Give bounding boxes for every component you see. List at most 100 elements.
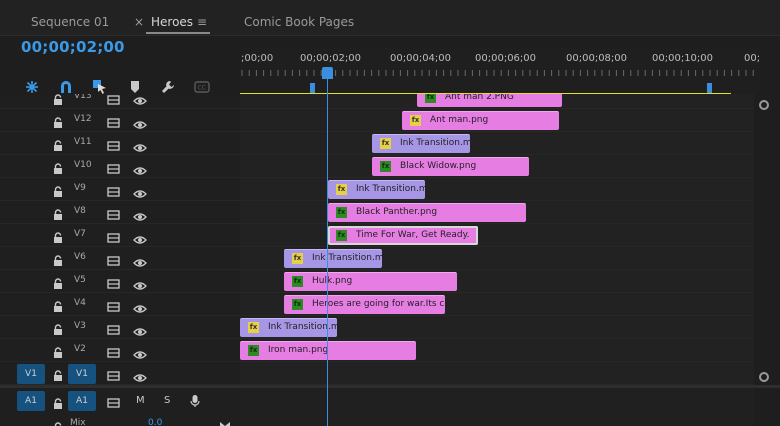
toggle-output-eye-icon[interactable] <box>133 207 147 221</box>
timeline-clip[interactable]: fx Heroes are going for war.Its com <box>284 295 445 314</box>
lock-icon[interactable] <box>53 419 63 426</box>
timeline-clip[interactable]: fx Ant man 2.PNG <box>417 94 562 107</box>
track-header-v8: V8 <box>0 201 240 224</box>
toggle-output-eye-icon[interactable] <box>133 322 147 336</box>
sync-lock-icon[interactable] <box>107 206 120 220</box>
track-lane[interactable] <box>240 132 754 155</box>
track-name: V4 <box>74 298 86 308</box>
sync-lock-icon[interactable] <box>107 367 120 381</box>
lock-icon[interactable] <box>53 206 63 220</box>
timeline-clip[interactable]: fx Ink Transition.m <box>328 180 425 199</box>
lock-icon[interactable] <box>53 298 63 312</box>
clip-label: Iron man.png <box>268 345 329 355</box>
toggle-output-eye-icon[interactable] <box>133 253 147 267</box>
track-lane[interactable] <box>240 178 754 201</box>
source-patch-a1[interactable]: A1 <box>17 391 45 411</box>
lock-icon[interactable] <box>53 229 63 243</box>
lock-icon[interactable] <box>53 183 63 197</box>
track-header-v5: V5 <box>0 270 240 293</box>
fx-badge-icon: fx <box>292 276 303 287</box>
timeline-clip[interactable]: fx Black Panther.png <box>328 203 526 222</box>
track-header-v2: V2 <box>0 339 240 362</box>
track-header-v6: V6 <box>0 247 240 270</box>
lock-icon[interactable] <box>53 321 63 335</box>
track-name: V3 <box>74 321 86 331</box>
timeline-clip[interactable]: fx Iron man.png <box>240 341 416 360</box>
clip-label: Black Widow.png <box>400 161 477 171</box>
timeline-clip[interactable]: fx Ink Transition.m <box>284 249 382 268</box>
svg-text:CC: CC <box>198 85 206 92</box>
time-ruler[interactable]: ;00;00 00;00;02;00 00;00;04;00 00;00;06;… <box>240 46 760 94</box>
lock-icon[interactable] <box>53 252 63 266</box>
track-name: V5 <box>74 275 86 285</box>
mix-value[interactable]: 0.0 <box>148 418 162 426</box>
track-lane[interactable] <box>240 362 754 385</box>
mute-button[interactable]: M <box>136 395 145 406</box>
sync-lock-icon[interactable] <box>107 183 120 197</box>
timeline-clip[interactable]: fx Ink Transition.m <box>372 134 470 153</box>
toggle-output-eye-icon[interactable] <box>133 230 147 244</box>
track-header-v9: V9 <box>0 178 240 201</box>
track-target-v1[interactable]: V1 <box>68 364 96 384</box>
tab-comic-book-pages[interactable]: Comic Book Pages <box>244 9 354 35</box>
fx-badge-icon: fx <box>248 322 259 333</box>
audio-tracks-area[interactable] <box>240 388 754 426</box>
toggle-output-eye-icon[interactable] <box>133 184 147 198</box>
sync-lock-icon[interactable] <box>107 137 120 151</box>
lock-icon[interactable] <box>53 94 63 105</box>
playhead-timecode[interactable]: 00;00;02;00 <box>21 38 125 56</box>
sync-lock-icon[interactable] <box>107 94 120 105</box>
sync-lock-icon[interactable] <box>107 321 120 335</box>
timeline-clip[interactable]: fx Black Widow.png <box>372 157 529 176</box>
active-tab-indicator <box>146 32 210 34</box>
track-name: V12 <box>74 114 92 124</box>
sync-lock-icon[interactable] <box>107 344 120 358</box>
vertical-scrollbar[interactable] <box>756 100 770 382</box>
clip-label: Ink Transition.m <box>312 253 382 263</box>
timeline-clip[interactable]: fx Hulk.png <box>284 272 457 291</box>
fx-badge-icon: fx <box>292 299 303 310</box>
lock-icon[interactable] <box>53 395 63 409</box>
tab-sequence-01[interactable]: Sequence 01 <box>31 9 109 35</box>
sync-lock-icon[interactable] <box>107 114 120 128</box>
timeline-clip[interactable]: fx Ink Transition.m <box>240 318 337 337</box>
toggle-output-eye-icon[interactable] <box>133 115 147 129</box>
solo-button[interactable]: S <box>164 395 170 406</box>
sync-lock-icon[interactable] <box>107 160 120 174</box>
lock-icon[interactable] <box>53 137 63 151</box>
go-to-end-icon[interactable] <box>219 416 231 426</box>
toggle-output-eye-icon[interactable] <box>133 368 147 382</box>
voiceover-record-icon[interactable] <box>189 393 201 407</box>
lock-icon[interactable] <box>53 114 63 128</box>
close-tab-icon[interactable]: × <box>134 9 144 35</box>
ruler-label: 00;00;04;00 <box>390 53 452 64</box>
toggle-output-eye-icon[interactable] <box>133 138 147 152</box>
track-name: V8 <box>74 206 86 216</box>
toggle-output-eye-icon[interactable] <box>133 94 147 105</box>
video-tracks-area[interactable]: fx Ant man 2.PNG fx Ant man.png fx Ink Transi… <box>240 94 754 386</box>
toggle-output-eye-icon[interactable] <box>133 299 147 313</box>
sync-lock-icon[interactable] <box>107 394 120 408</box>
sync-lock-icon[interactable] <box>107 252 120 266</box>
track-header-v4: V4 <box>0 293 240 316</box>
lock-icon[interactable] <box>53 344 63 358</box>
lock-icon[interactable] <box>53 367 63 381</box>
sync-lock-icon[interactable] <box>107 275 120 289</box>
track-name: V9 <box>74 183 86 193</box>
track-name: V13 <box>74 94 92 101</box>
track-lane[interactable] <box>240 224 754 247</box>
track-target-a1[interactable]: A1 <box>68 391 96 411</box>
toggle-output-eye-icon[interactable] <box>133 161 147 175</box>
toggle-output-eye-icon[interactable] <box>133 276 147 290</box>
sync-lock-icon[interactable] <box>107 298 120 312</box>
timeline-clip[interactable]: fx Time For War, Get Ready. <box>328 226 478 245</box>
toggle-output-eye-icon[interactable] <box>133 345 147 359</box>
fx-badge-icon: fx <box>380 138 391 149</box>
playhead-line[interactable] <box>327 68 328 426</box>
sync-lock-icon[interactable] <box>107 229 120 243</box>
lock-icon[interactable] <box>53 160 63 174</box>
lock-icon[interactable] <box>53 275 63 289</box>
ruler-label: ;00;00 <box>241 53 274 64</box>
fx-badge-icon: fx <box>410 115 421 126</box>
timeline-clip[interactable]: fx Ant man.png <box>402 111 559 130</box>
